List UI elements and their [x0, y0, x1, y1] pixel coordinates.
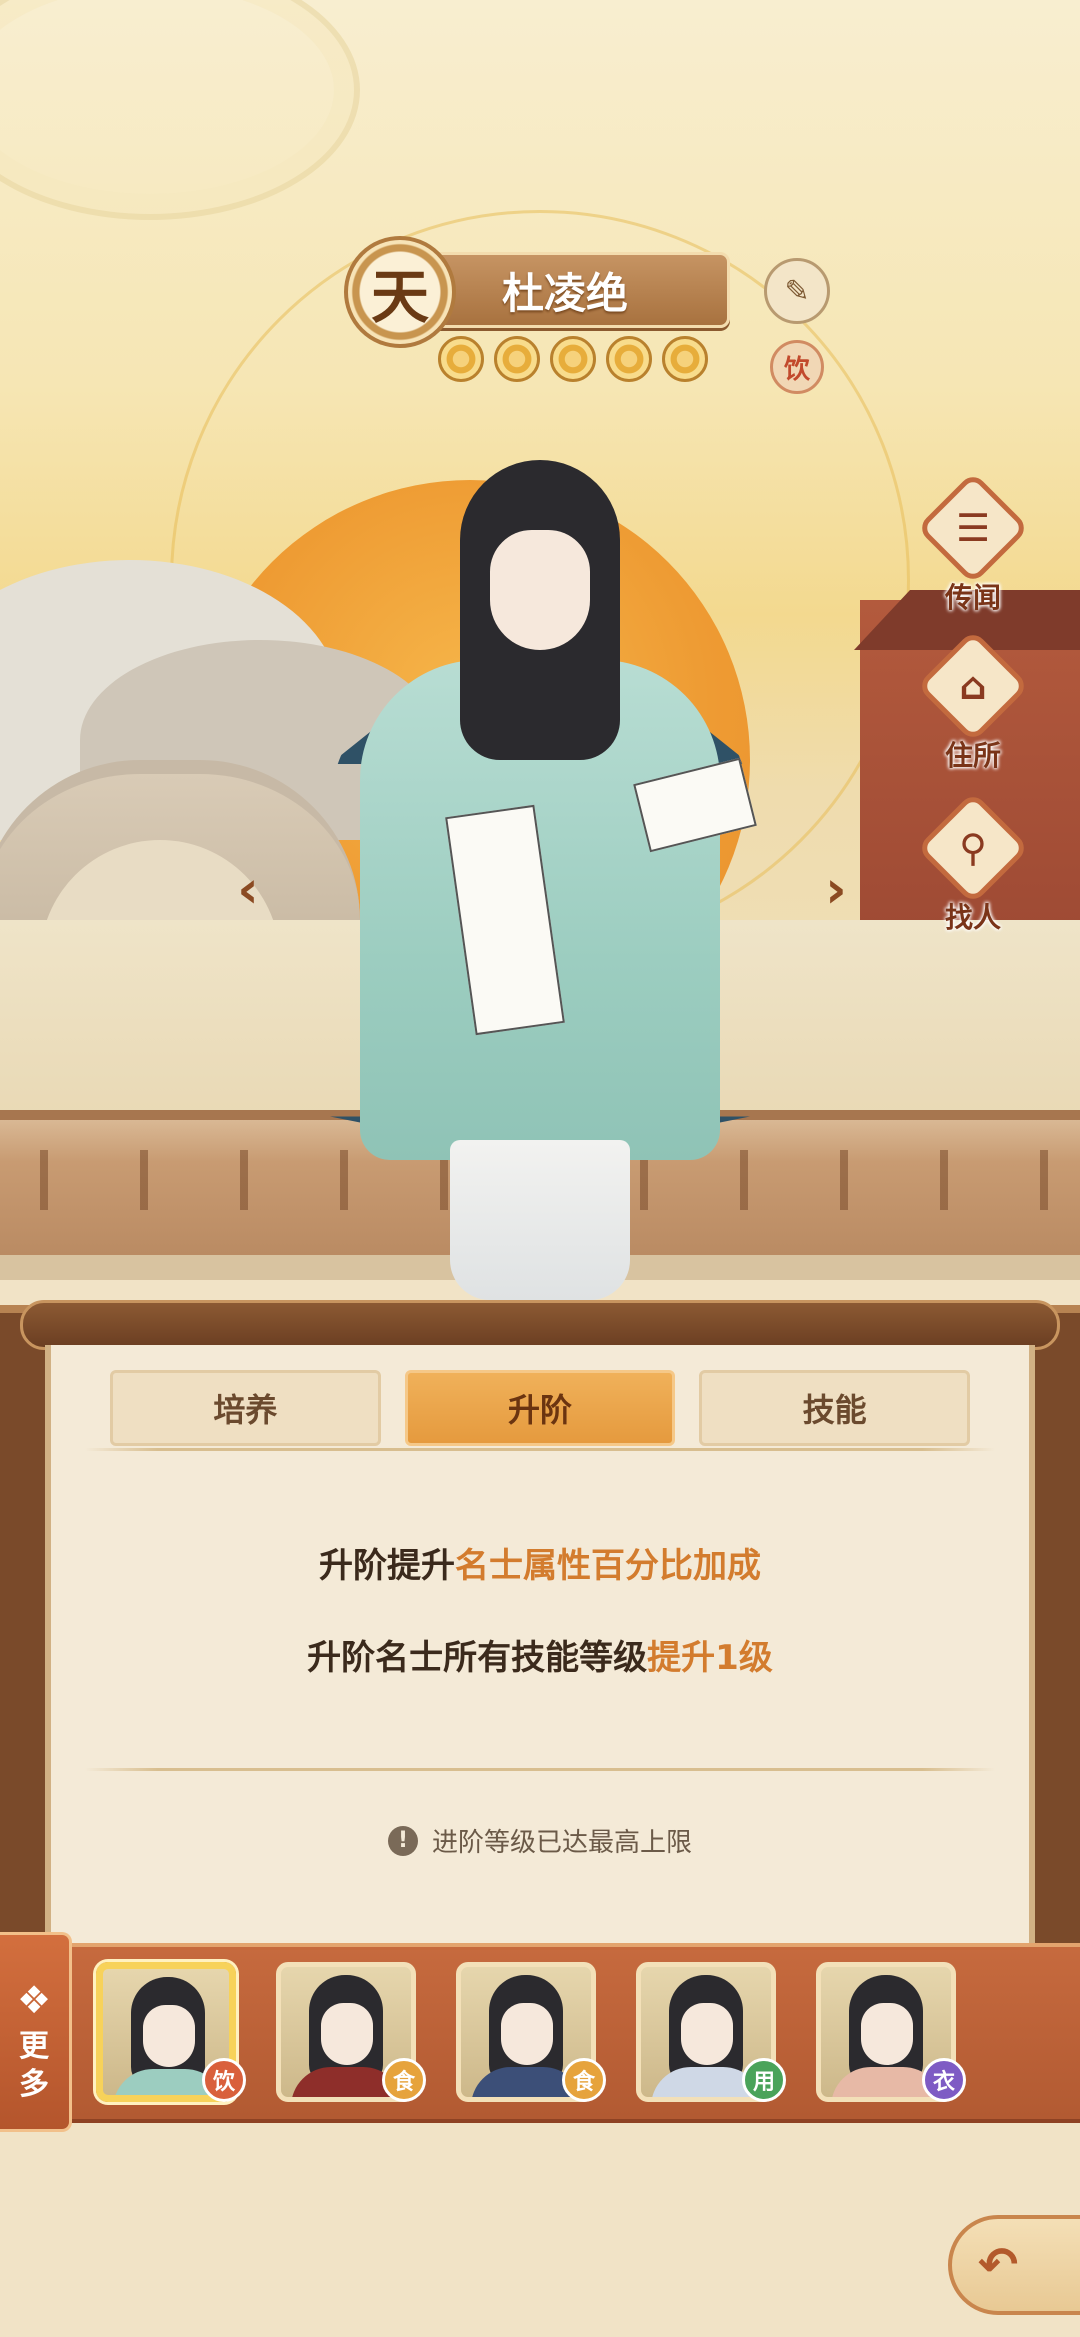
- hero-character-illustration[interactable]: [330, 440, 757, 1310]
- back-button[interactable]: ↶: [948, 2215, 1080, 2315]
- gourd-search-icon: ⚲: [959, 826, 987, 870]
- tab-skills[interactable]: 技能: [699, 1370, 971, 1446]
- portrait-face: [321, 2003, 373, 2065]
- info-highlight: 提升1级: [647, 1638, 773, 1678]
- star-icon: [652, 326, 718, 392]
- tab-ascend[interactable]: 升阶: [404, 1370, 676, 1446]
- max-level-notice: ! 进阶等级已达最高上限: [45, 1822, 1035, 1859]
- more-label: 更多: [19, 2029, 49, 2102]
- bottom-divider: [85, 1768, 995, 1771]
- top-divider: [85, 1448, 995, 1451]
- portrait-face: [501, 2003, 553, 2065]
- star-icon: [484, 326, 550, 392]
- portrait-type-tag: 饮: [202, 2058, 246, 2102]
- star-icon: [540, 326, 606, 392]
- house-icon: ⌂: [959, 664, 987, 708]
- portrait-face: [681, 2003, 733, 2065]
- portrait-face: [861, 2003, 913, 2065]
- tab-train[interactable]: 培养: [110, 1370, 381, 1446]
- prev-hero-arrow[interactable]: ‹: [220, 860, 276, 920]
- star-rating: [428, 326, 718, 392]
- notice-text: 进阶等级已达最高上限: [431, 1828, 692, 1858]
- star-icon: [596, 326, 662, 392]
- tab-bar: 培养 升阶 技能: [110, 1370, 971, 1446]
- portrait-type-tag: 食: [562, 2058, 606, 2102]
- back-arrow-icon: ↶: [978, 2237, 1019, 2293]
- brush-icon: ✎: [784, 273, 810, 309]
- ascend-info-line-1: 升阶提升名士属性百分比加成: [45, 1538, 1035, 1587]
- residence-label: 住所: [944, 739, 1001, 772]
- rumor-label: 传闻: [944, 581, 1001, 614]
- rename-button[interactable]: ✎: [764, 258, 830, 324]
- info-text: 升阶提升: [319, 1546, 455, 1586]
- ascend-info-line-2: 升阶名士所有技能等级提升1级: [45, 1630, 1035, 1679]
- portrait-type-tag: 用: [742, 2058, 786, 2102]
- exclamation-icon: !: [387, 1825, 418, 1856]
- scroll-icon: ☰: [955, 506, 991, 550]
- info-highlight: 名士属性百分比加成: [455, 1546, 761, 1586]
- rank-badge: 天: [344, 236, 456, 348]
- hero-type-tag: 饮: [770, 340, 824, 394]
- character-face: [490, 530, 590, 650]
- portrait-type-tag: 衣: [922, 2058, 966, 2102]
- character-legs: [450, 1140, 630, 1300]
- more-icon: ❖: [16, 1978, 52, 2022]
- star-icon: [428, 326, 494, 392]
- next-hero-arrow[interactable]: ›: [808, 860, 864, 920]
- residence-button[interactable]: ⌂ 住所: [916, 629, 1030, 778]
- cloud-swirl: [0, 0, 360, 220]
- panel-scroll-roller: [20, 1300, 1060, 1350]
- rumor-button[interactable]: ☰ 传闻: [916, 471, 1030, 620]
- find-person-button[interactable]: ⚲ 找人: [916, 791, 1030, 940]
- find-person-label: 找人: [944, 901, 1001, 934]
- portrait-type-tag: 食: [382, 2058, 426, 2102]
- portrait-face: [143, 2005, 195, 2067]
- info-text: 升阶名士所有技能等级: [307, 1638, 648, 1678]
